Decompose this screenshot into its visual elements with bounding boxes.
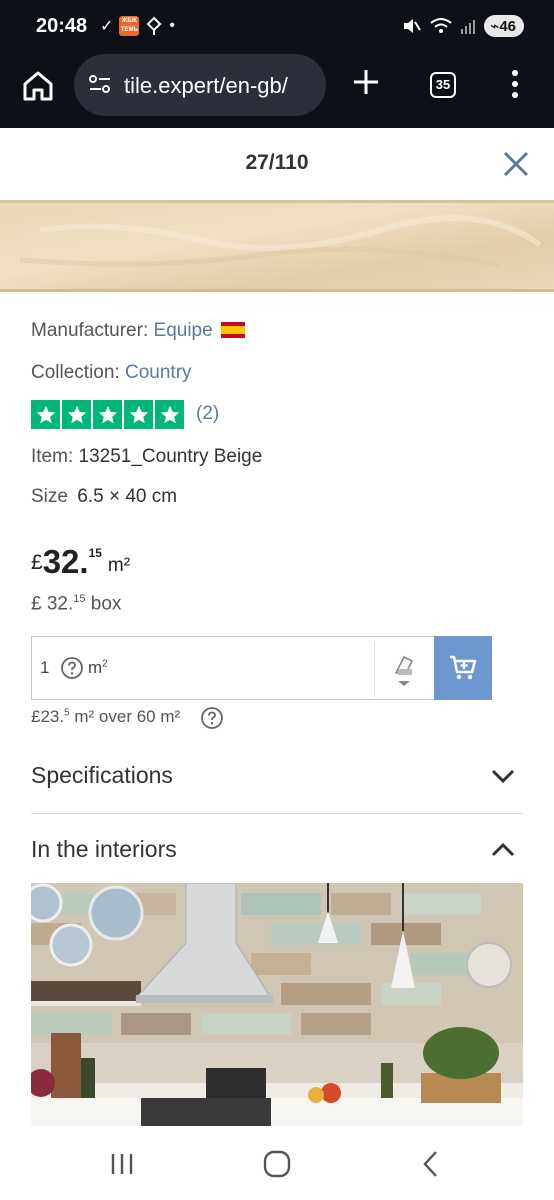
manufacturer-label: Manufacturer: xyxy=(31,320,149,341)
interior-photo[interactable] xyxy=(31,883,523,1126)
box-price-decimal: 15 xyxy=(73,593,86,605)
close-icon[interactable] xyxy=(500,148,532,180)
modal-header: 27/110 xyxy=(0,128,554,200)
manufacturer-row: Manufacturer: Equipe xyxy=(31,320,245,342)
star-icon xyxy=(155,400,184,429)
battery-indicator: ⌁46 xyxy=(484,15,524,37)
price-per-m2: £32.15 m² xyxy=(31,543,130,581)
divider xyxy=(374,641,375,697)
collection-link[interactable]: Country xyxy=(125,362,192,383)
status-time: 20:48 xyxy=(36,15,88,37)
item-pager: 27/110 xyxy=(245,151,309,174)
price-unit: m² xyxy=(107,555,131,576)
recent-apps-icon[interactable] xyxy=(106,1148,138,1180)
add-to-cart-button[interactable] xyxy=(434,636,492,700)
notification-dot-icon: • xyxy=(169,17,176,34)
star-icon xyxy=(93,400,122,429)
collection-row: Collection: Country xyxy=(31,362,192,384)
chevron-down-icon xyxy=(491,769,515,784)
price-decimal: 15 xyxy=(88,546,102,560)
download-done-icon: ✓ xyxy=(100,18,114,35)
url-text[interactable]: tile.expert/en-gb/ xyxy=(124,73,316,99)
reviews-link[interactable]: (2) xyxy=(196,403,219,425)
section-title: Specifications xyxy=(31,762,173,788)
box-label: box xyxy=(90,593,122,615)
cart-icon xyxy=(450,655,477,680)
status-bar: 20:48 ✓ ЖБЖ ТЕМЬ • ⌁46 xyxy=(0,0,554,52)
specifications-section[interactable]: Specifications xyxy=(31,750,523,804)
section-title: In the interiors xyxy=(31,836,177,862)
quantity-value[interactable]: 1 xyxy=(40,658,49,678)
item-label: Item: xyxy=(31,446,74,467)
bulk-price: £23.5 m² over 60 m² xyxy=(31,707,181,726)
unit-select-icon[interactable] xyxy=(388,651,420,689)
tab-switcher-button[interactable]: 35 xyxy=(430,72,456,98)
spain-flag-icon xyxy=(220,322,245,338)
size-row: Size 6.5 × 40 cm xyxy=(31,486,177,508)
browser-toolbar: tile.expert/en-gb/ 35 xyxy=(0,52,554,128)
app-notification-icon: ЖБЖ ТЕМЬ xyxy=(119,16,140,36)
mute-icon xyxy=(404,19,422,33)
item-row: Item: 13251_Country Beige xyxy=(31,446,262,468)
more-menu-icon[interactable] xyxy=(505,68,525,100)
new-tab-icon[interactable] xyxy=(350,66,382,98)
system-nav-bar xyxy=(0,1126,554,1200)
interiors-section[interactable]: In the interiors xyxy=(31,824,523,878)
size-label: Size xyxy=(31,486,68,507)
size-value: 6.5 × 40 cm xyxy=(77,486,178,507)
currency-symbol: £ xyxy=(31,551,43,574)
signal-icon xyxy=(461,20,476,34)
wifi-icon xyxy=(430,18,452,33)
rating-stars[interactable] xyxy=(31,400,184,429)
price-integer: 32. xyxy=(42,543,89,580)
divider xyxy=(31,813,523,814)
price-per-box: £ 32.15 box xyxy=(31,593,121,615)
collection-label: Collection: xyxy=(31,362,120,383)
home-icon[interactable] xyxy=(20,68,56,104)
site-settings-icon[interactable] xyxy=(88,74,112,94)
quantity-field[interactable]: 1 m2 xyxy=(31,636,435,700)
chevron-up-icon xyxy=(491,842,515,857)
box-price: £ 32. xyxy=(31,593,74,615)
help-icon[interactable] xyxy=(60,656,84,680)
tile-image xyxy=(0,200,554,292)
item-code: 13251_Country Beige xyxy=(78,446,263,467)
address-bar[interactable]: tile.expert/en-gb/ xyxy=(74,54,326,116)
quantity-unit: m2 xyxy=(88,658,108,677)
star-icon xyxy=(124,400,153,429)
manufacturer-link[interactable]: Equipe xyxy=(154,320,213,341)
help-icon[interactable] xyxy=(200,706,224,730)
assistant-icon xyxy=(146,16,162,35)
back-icon[interactable] xyxy=(416,1148,448,1180)
home-nav-icon[interactable] xyxy=(261,1148,293,1180)
star-icon xyxy=(31,400,60,429)
star-icon xyxy=(62,400,91,429)
